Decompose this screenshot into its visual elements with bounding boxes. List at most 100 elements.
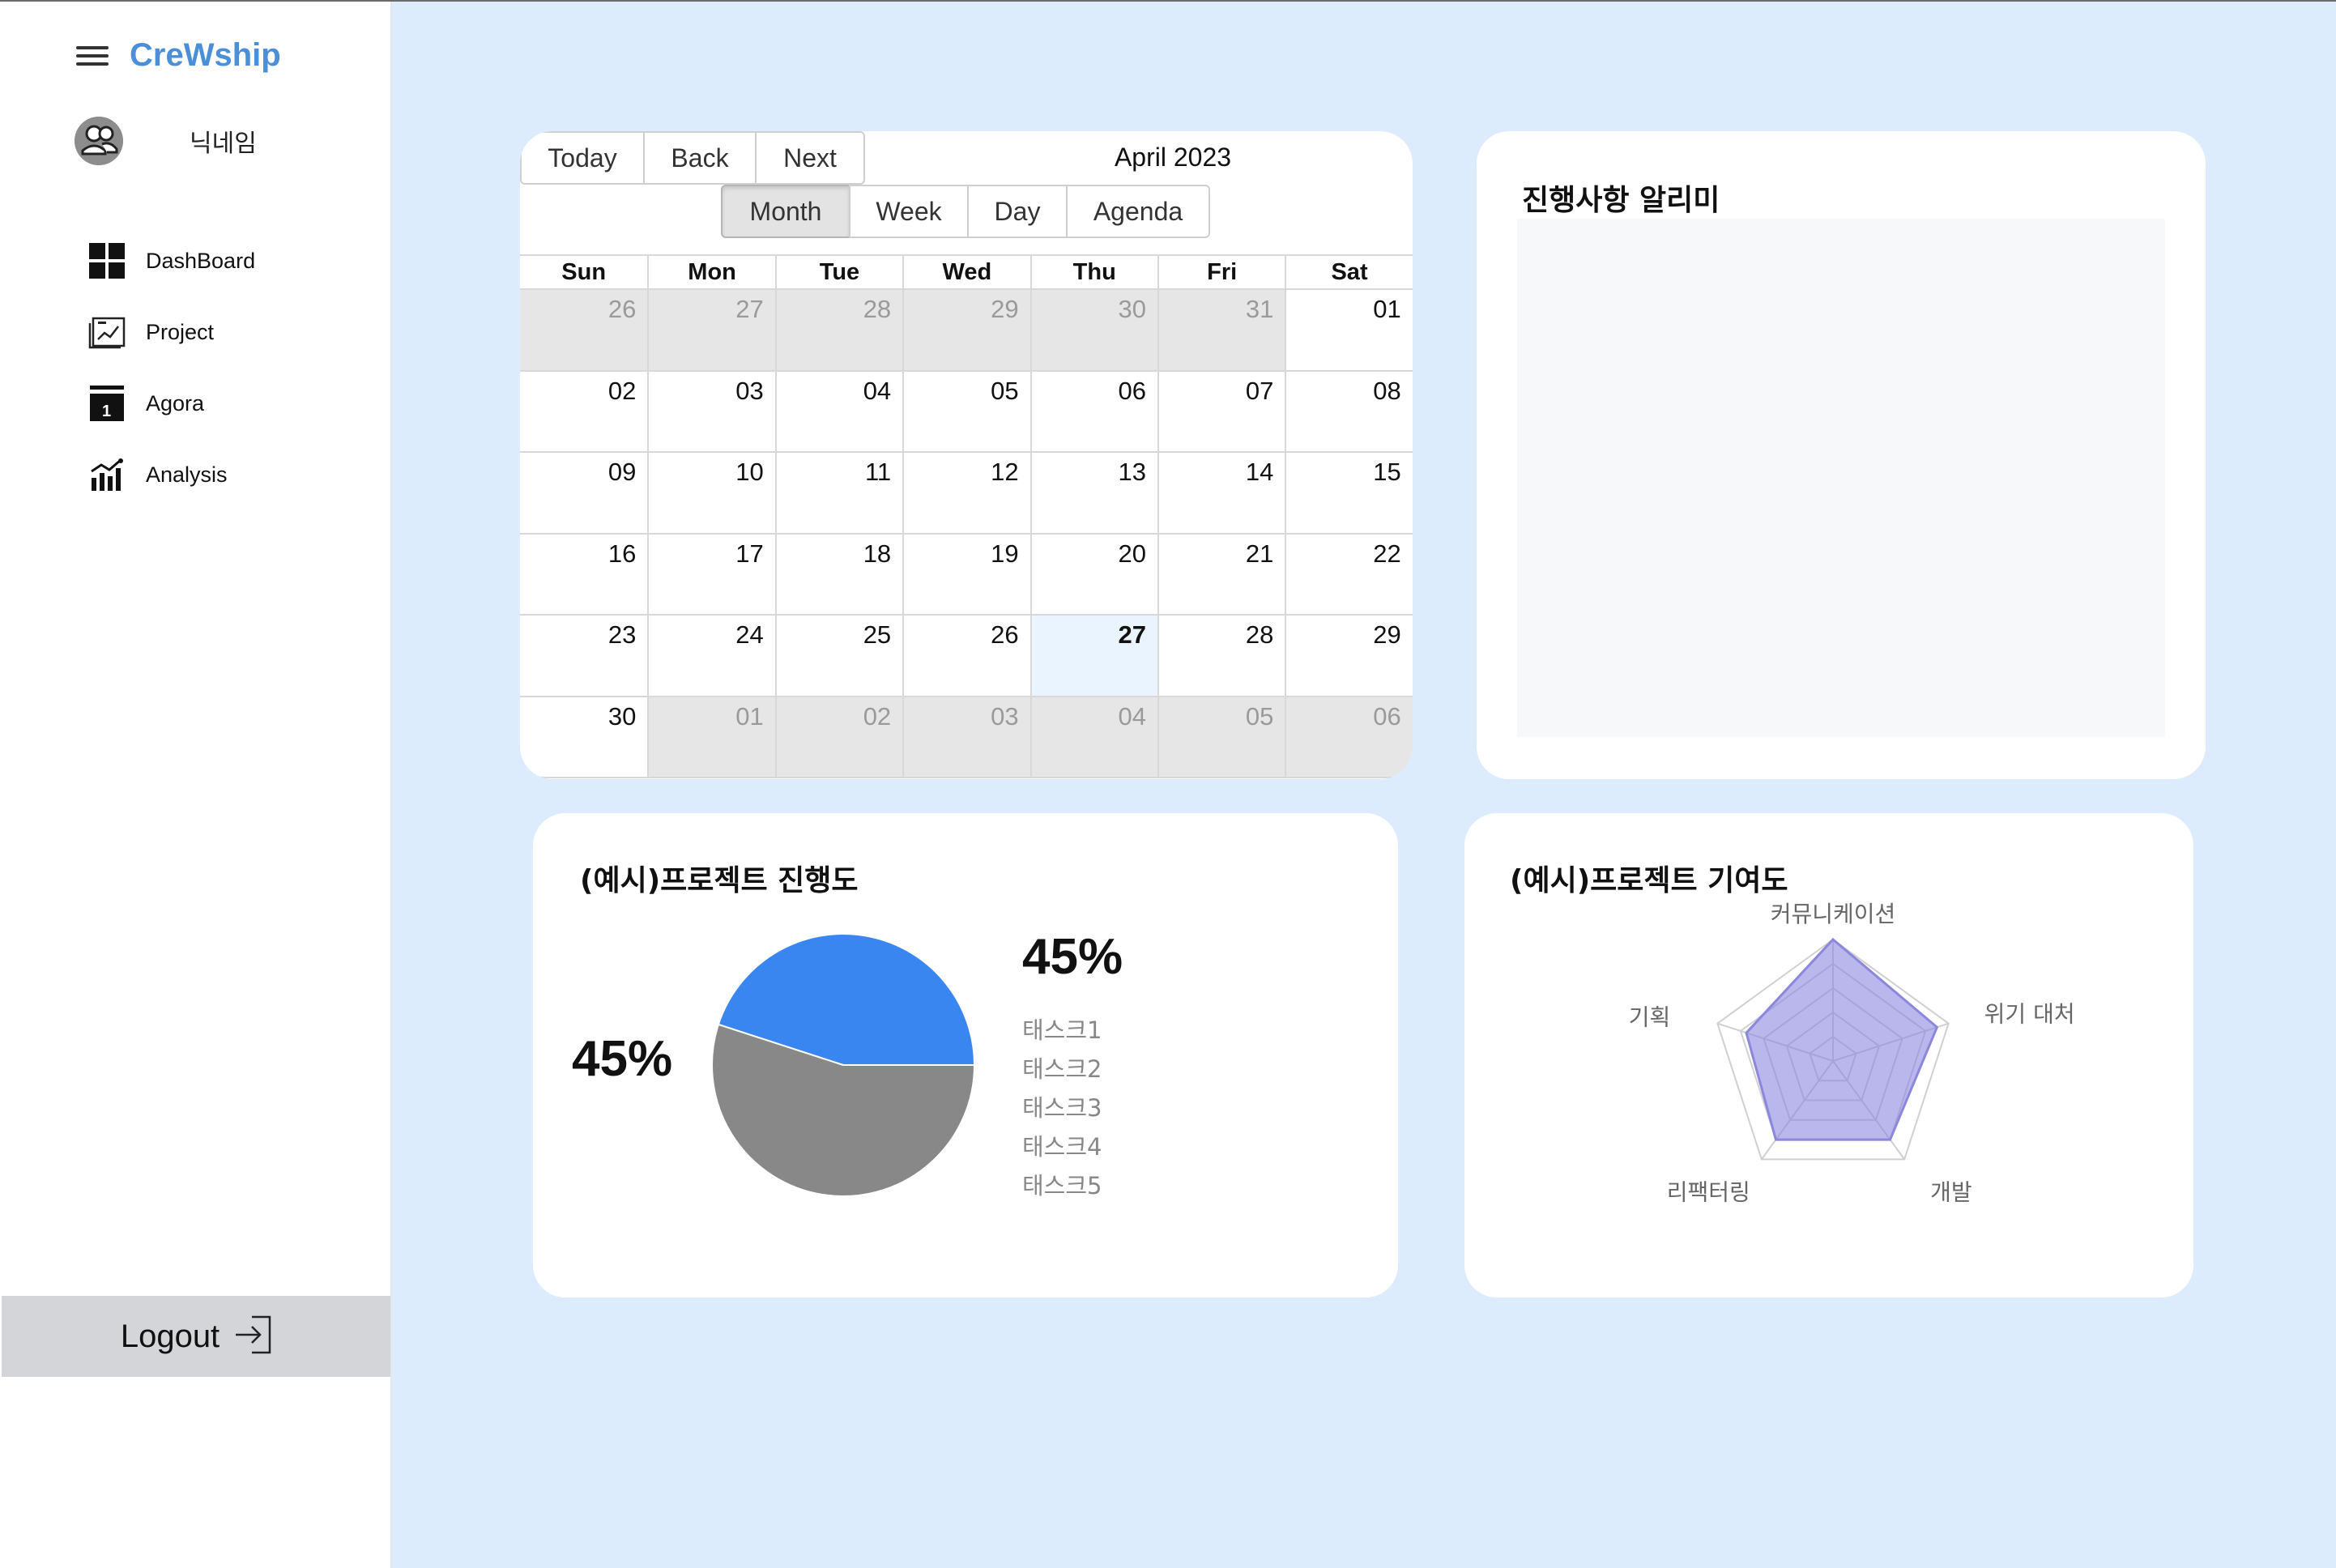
- calendar-day-cell[interactable]: 27: [1029, 616, 1157, 697]
- progress-percent-left: 45%: [572, 1031, 673, 1087]
- progress-legend: 태스크1 태스크2 태스크3 태스크4 태스크5: [1022, 1011, 1102, 1205]
- back-button[interactable]: Back: [643, 131, 757, 185]
- radar-series-area: [1745, 937, 1939, 1141]
- calendar-day-cell[interactable]: 10: [647, 453, 775, 535]
- notice-list: [1517, 219, 2165, 737]
- calendar-day-cell[interactable]: 26: [902, 616, 1030, 697]
- contribution-radar-chart: 커뮤니케이션위기 대처개발 리팩터링 기획: [1629, 901, 2075, 1205]
- calendar-day-cell[interactable]: 07: [1157, 371, 1285, 453]
- calendar-day-cell[interactable]: 29: [1285, 616, 1413, 697]
- calendar-title: April 2023: [1114, 143, 1232, 172]
- legend-item: 태스크3: [1022, 1094, 1102, 1122]
- weekday-header: Sun Mon Tue Wed Thu Fri Sat: [520, 254, 1413, 290]
- legend-item: 태스크2: [1022, 1055, 1102, 1083]
- calendar-day-cell[interactable]: 31: [1157, 290, 1285, 372]
- progress-title: (예시)프로젝트 진행도: [580, 864, 859, 897]
- hamburger-menu-icon[interactable]: [75, 43, 110, 69]
- calendar-day-cell[interactable]: 23: [520, 616, 648, 697]
- logout-label: Logout: [120, 1318, 220, 1354]
- calendar-week-row: 02 03 04 05 06 07 08: [520, 371, 1413, 453]
- calendar-day-cell[interactable]: 06: [1029, 371, 1157, 453]
- calendar-day-cell[interactable]: 30: [520, 697, 648, 778]
- week-view-button[interactable]: Week: [849, 185, 969, 238]
- calendar-day-cell[interactable]: 13: [1029, 453, 1157, 535]
- radar-axis-label: 커뮤니케이션: [1771, 901, 1896, 927]
- calendar-day-cell[interactable]: 15: [1285, 453, 1413, 535]
- calendar-week-row: 30 01 02 03 04 05 06: [520, 697, 1413, 778]
- sidebar-nav: DashBoard Project 1 Agora Analysis: [87, 225, 255, 510]
- calendar-day-cell[interactable]: 18: [774, 534, 903, 616]
- day-view-button[interactable]: Day: [967, 185, 1068, 238]
- calendar-day-cell[interactable]: 16: [520, 535, 648, 616]
- progress-pie-chart: [711, 933, 976, 1197]
- legend-item: 태스크1: [1022, 1016, 1102, 1044]
- calendar-day-cell[interactable]: 09: [520, 453, 648, 535]
- calendar-day-cell[interactable]: 06: [1285, 697, 1413, 778]
- calendar-day-cell[interactable]: 03: [902, 697, 1030, 778]
- calendar-day-cell[interactable]: 02: [520, 372, 648, 453]
- weekday-label: Sun: [520, 254, 648, 290]
- sidebar-item-analysis[interactable]: Analysis: [87, 439, 255, 510]
- calendar-day-cell[interactable]: 08: [1285, 371, 1413, 453]
- calendar-day-cell[interactable]: 01: [647, 697, 775, 778]
- weekday-label: Thu: [1029, 254, 1157, 290]
- sidebar-item-dashboard[interactable]: DashBoard: [87, 225, 255, 296]
- calendar-week-row: 16 17 18 19 20 21 22: [520, 534, 1413, 616]
- sidebar-item-label: Analysis: [146, 462, 228, 487]
- radar-axis-label: 기획: [1629, 1004, 1671, 1031]
- today-button[interactable]: Today: [520, 131, 645, 185]
- legend-item: 태스크5: [1022, 1172, 1102, 1199]
- calendar-view-toolbar: Month Week Day Agenda: [721, 185, 1210, 238]
- calendar-day-cell[interactable]: 05: [902, 371, 1030, 453]
- notice-card: 진행사항 알리미: [1477, 131, 2206, 779]
- progress-percent-right: 45%: [1022, 929, 1123, 985]
- calendar-day-cell[interactable]: 12: [902, 453, 1030, 535]
- calendar-day-cell[interactable]: 11: [774, 453, 903, 535]
- sidebar-item-label: Project: [146, 319, 215, 344]
- sidebar-item-label: DashBoard: [146, 248, 256, 273]
- calendar-day-cell[interactable]: 05: [1157, 697, 1285, 778]
- calendar-day-cell[interactable]: 28: [774, 290, 903, 372]
- calendar-week-row: 23 24 25 26 27 28 29: [520, 616, 1413, 697]
- calendar-grid: Sun Mon Tue Wed Thu Fri Sat 26 27 28 29 30 31 01 02 03…: [520, 254, 1413, 778]
- calendar-day-cell[interactable]: 14: [1157, 453, 1285, 535]
- radar-axis-label: 개발: [1930, 1178, 1972, 1205]
- notice-title: 진행사항 알리미: [1522, 184, 1720, 217]
- logout-button[interactable]: Logout: [2, 1296, 390, 1377]
- calendar-day-cell[interactable]: 02: [774, 697, 903, 778]
- weekday-label: Fri: [1157, 254, 1285, 290]
- calendar-day-cell[interactable]: 29: [902, 290, 1030, 372]
- calendar-day-cell[interactable]: 19: [902, 534, 1030, 616]
- calendar-day-cell[interactable]: 21: [1157, 534, 1285, 616]
- month-view-button[interactable]: Month: [721, 185, 850, 238]
- analytics-icon: [87, 455, 126, 494]
- svg-text:1: 1: [102, 403, 111, 420]
- calendar-day-cell[interactable]: 26: [520, 290, 648, 372]
- sidebar-item-project[interactable]: Project: [87, 296, 255, 368]
- calendar-day-cell[interactable]: 04: [1029, 697, 1157, 778]
- user-profile[interactable]: 닉네임: [75, 117, 257, 165]
- weekday-label: Mon: [647, 254, 775, 290]
- next-button[interactable]: Next: [755, 131, 865, 185]
- calendar-day-cell[interactable]: 22: [1285, 534, 1413, 616]
- calendar-day-cell[interactable]: 24: [647, 616, 775, 697]
- agenda-view-button[interactable]: Agenda: [1066, 185, 1210, 238]
- calendar-day-cell[interactable]: 03: [647, 371, 775, 453]
- dashboard-grid-icon: [87, 241, 126, 280]
- app-title[interactable]: CreWship: [130, 37, 281, 74]
- calendar-day-cell[interactable]: 20: [1029, 534, 1157, 616]
- calendar-day-cell[interactable]: 30: [1029, 290, 1157, 372]
- calendar-day-cell[interactable]: 17: [647, 534, 775, 616]
- calendar-day-cell[interactable]: 25: [774, 616, 903, 697]
- sidebar-item-agora[interactable]: 1 Agora: [87, 368, 255, 439]
- calendar-card: Today Back Next April 2023 Month Week Da…: [520, 131, 1413, 779]
- radar-axis-label: 위기 대처: [1984, 1001, 2075, 1028]
- weekday-label: Tue: [774, 254, 903, 290]
- calendar-day-cell[interactable]: 04: [774, 371, 903, 453]
- radar-axis-label: 리팩터링: [1667, 1178, 1750, 1205]
- weekday-label: Sat: [1285, 254, 1413, 290]
- calendar-day-cell[interactable]: 27: [647, 290, 775, 372]
- calendar-day-cell[interactable]: 28: [1157, 616, 1285, 697]
- nickname: 닉네임: [190, 130, 257, 158]
- calendar-day-cell[interactable]: 01: [1285, 290, 1413, 372]
